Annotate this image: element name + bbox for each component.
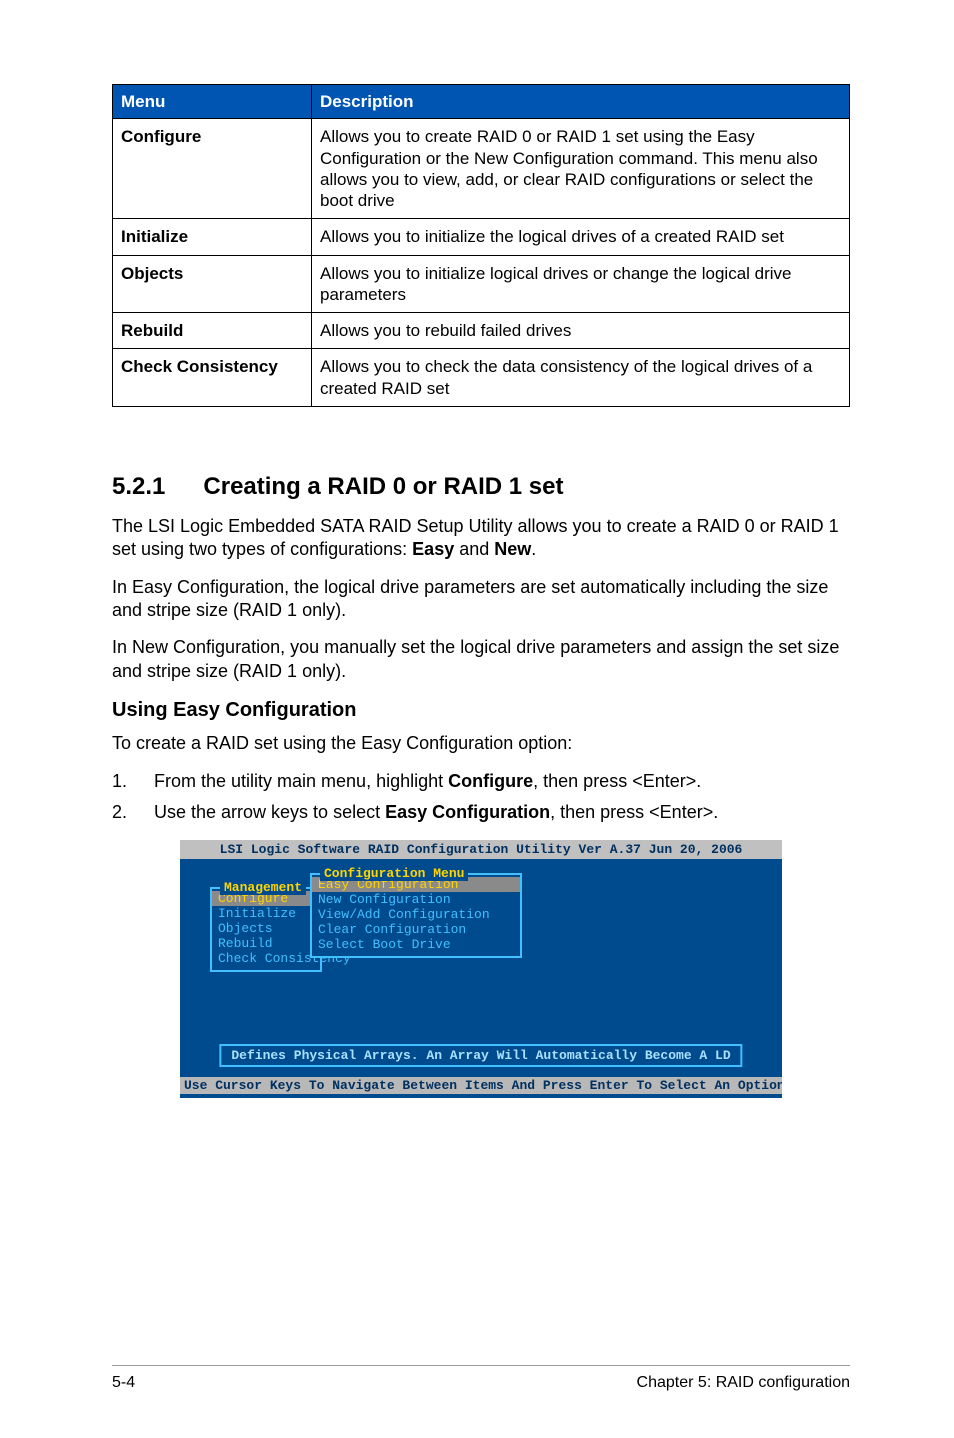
table-cell-desc: Allows you to initialize logical drives …	[311, 255, 849, 313]
table-header-description: Description	[311, 85, 849, 119]
text-bold: Easy	[412, 539, 454, 559]
paragraph: The LSI Logic Embedded SATA RAID Setup U…	[112, 515, 850, 562]
management-menu-item-initialize[interactable]: Initialize	[212, 906, 320, 921]
configuration-menu-panel: Configuration Menu Easy Configuration Ne…	[310, 873, 522, 958]
page-footer: 5-4 Chapter 5: RAID configuration	[112, 1365, 850, 1392]
table-cell-menu: Objects	[113, 255, 312, 313]
table-row: Initialize Allows you to initialize the …	[113, 219, 850, 255]
raid-utility-screenshot: LSI Logic Software RAID Configuration Ut…	[180, 840, 782, 1098]
text: Use the arrow keys to select	[154, 802, 385, 822]
table-cell-menu: Configure	[113, 119, 312, 219]
management-menu-item-rebuild[interactable]: Rebuild	[212, 936, 320, 951]
table-header-menu: Menu	[113, 85, 312, 119]
table-cell-menu: Initialize	[113, 219, 312, 255]
text-bold: Easy Configuration	[385, 802, 550, 822]
step-text: From the utility main menu, highlight Co…	[154, 769, 701, 793]
configuration-menu-title: Configuration Menu	[320, 866, 468, 881]
section-heading: 5.2.1 Creating a RAID 0 or RAID 1 set	[112, 473, 850, 501]
table-cell-menu: Check Consistency	[113, 349, 312, 407]
table-row: Configure Allows you to create RAID 0 or…	[113, 119, 850, 219]
management-menu-item-objects[interactable]: Objects	[212, 921, 320, 936]
menu-description-table: Menu Description Configure Allows you to…	[112, 84, 850, 407]
step-text: Use the arrow keys to select Easy Config…	[154, 800, 718, 824]
text: , then press <Enter>.	[533, 771, 701, 791]
configuration-menu-item-clear[interactable]: Clear Configuration	[312, 922, 520, 937]
table-cell-desc: Allows you to check the data consistency…	[311, 349, 849, 407]
text-bold: Configure	[448, 771, 533, 791]
text: and	[454, 539, 494, 559]
table-row: Check Consistency Allows you to check th…	[113, 349, 850, 407]
table-cell-desc: Allows you to initialize the logical dri…	[311, 219, 849, 255]
ordered-steps: 1. From the utility main menu, highlight…	[112, 769, 850, 824]
page-number: 5-4	[112, 1374, 135, 1392]
step-number: 2.	[112, 800, 154, 824]
management-menu-item-check-consistency[interactable]: Check Consistency	[212, 951, 320, 966]
status-message-box: Defines Physical Arrays. An Array Will A…	[219, 1044, 742, 1067]
utility-title-bar: LSI Logic Software RAID Configuration Ut…	[180, 840, 782, 859]
configuration-menu-item-boot-drive[interactable]: Select Boot Drive	[312, 937, 520, 952]
table-cell-desc: Allows you to rebuild failed drives	[311, 313, 849, 349]
chapter-label: Chapter 5: RAID configuration	[637, 1374, 850, 1392]
paragraph: In New Configuration, you manually set t…	[112, 636, 850, 683]
table-row: Objects Allows you to initialize logical…	[113, 255, 850, 313]
text: From the utility main menu, highlight	[154, 771, 448, 791]
section-number: 5.2.1	[112, 473, 165, 501]
list-item: 2. Use the arrow keys to select Easy Con…	[112, 800, 850, 824]
text: , then press <Enter>.	[550, 802, 718, 822]
section-title: Creating a RAID 0 or RAID 1 set	[203, 473, 563, 500]
paragraph: In Easy Configuration, the logical drive…	[112, 576, 850, 623]
table-cell-desc: Allows you to create RAID 0 or RAID 1 se…	[311, 119, 849, 219]
table-cell-menu: Rebuild	[113, 313, 312, 349]
subsection-heading: Using Easy Configuration	[112, 699, 850, 722]
list-item: 1. From the utility main menu, highlight…	[112, 769, 850, 793]
navigation-hint-bar: Use Cursor Keys To Navigate Between Item…	[180, 1077, 782, 1094]
management-menu-panel: Management Configure Initialize Objects …	[210, 887, 322, 972]
text: .	[531, 539, 536, 559]
step-number: 1.	[112, 769, 154, 793]
configuration-menu-item-view-add[interactable]: View/Add Configuration	[312, 907, 520, 922]
text-bold: New	[494, 539, 531, 559]
management-menu-title: Management	[220, 880, 306, 895]
table-row: Rebuild Allows you to rebuild failed dri…	[113, 313, 850, 349]
paragraph: To create a RAID set using the Easy Conf…	[112, 732, 850, 755]
configuration-menu-item-new[interactable]: New Configuration	[312, 892, 520, 907]
